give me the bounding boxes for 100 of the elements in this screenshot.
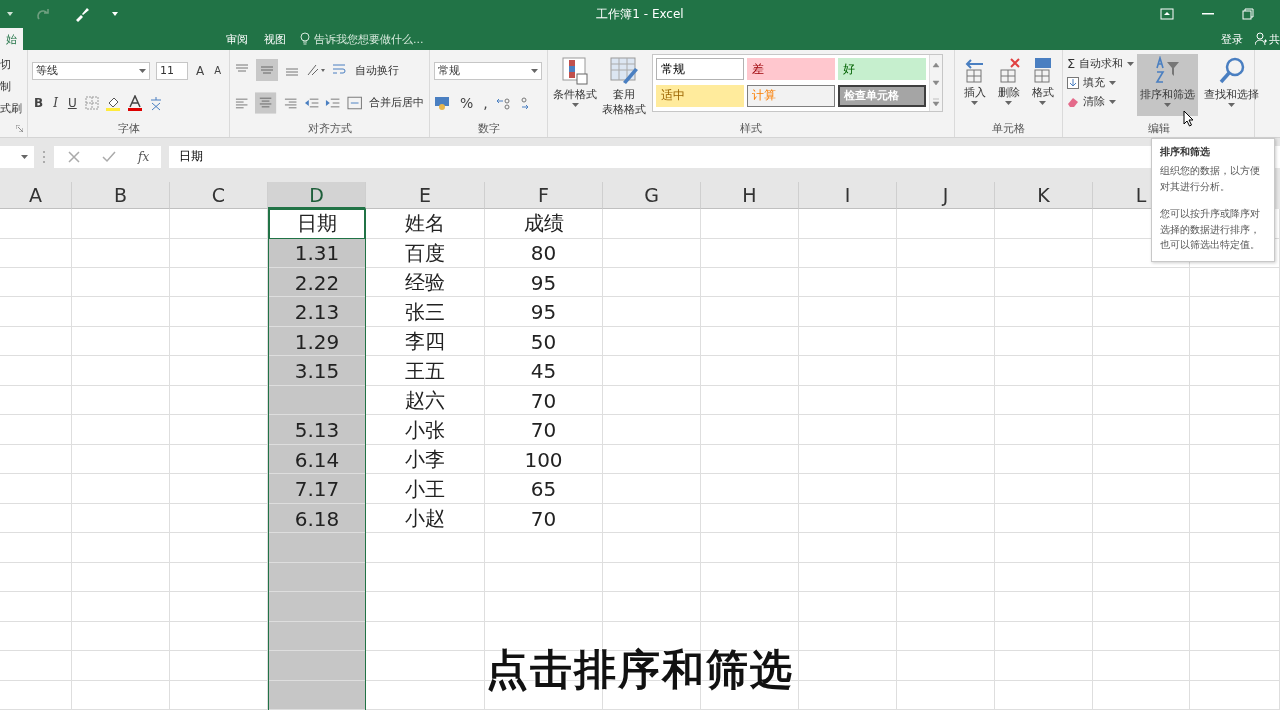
format-as-table-button[interactable]: 套用 表格格式 xyxy=(601,87,647,117)
caret-icon xyxy=(1005,101,1012,105)
share-button[interactable]: 共 xyxy=(1269,31,1280,47)
caret-icon xyxy=(1164,103,1172,107)
font-style-button[interactable]: B xyxy=(32,96,46,111)
conditional-format-icon xyxy=(561,56,589,86)
table-cell-text: 3.15 xyxy=(293,358,341,386)
shrink-font-button[interactable]: A xyxy=(212,65,224,77)
caret-icon xyxy=(571,103,579,107)
caret-icon xyxy=(1228,103,1236,107)
caret-icon xyxy=(139,68,146,73)
column-header[interactable]: D xyxy=(268,182,366,209)
align-center-icon[interactable] xyxy=(255,91,277,114)
table-cell-text: 7.17 xyxy=(293,476,341,504)
font-style-button[interactable]: U xyxy=(65,96,79,111)
gallery-scrollbar[interactable] xyxy=(929,55,942,111)
dialog-launcher-icon[interactable] xyxy=(16,124,23,132)
table-cell-text: 赵六 xyxy=(404,387,446,415)
font-size-field[interactable]: 11 xyxy=(156,61,188,80)
grow-font-button[interactable]: A xyxy=(194,63,207,78)
ribbon-tab[interactable]: 审阅 xyxy=(218,28,256,50)
table-cell-text: 小张 xyxy=(404,416,446,444)
table-cell-text: 45 xyxy=(529,358,558,386)
table-cell-text: 95 xyxy=(529,299,558,327)
cancel-icon[interactable] xyxy=(68,150,80,163)
table-cell-text: 经验 xyxy=(404,269,446,297)
caret-icon xyxy=(1109,80,1116,85)
group-label: 数字 xyxy=(477,120,500,136)
ribbon-tab[interactable]: 视图 xyxy=(256,28,294,50)
clipboard-command[interactable]: 切 xyxy=(0,57,27,73)
table-cell-text: 姓名 xyxy=(404,210,446,238)
cells-command-button[interactable]: 格式 xyxy=(1030,85,1055,100)
redo-icon[interactable] xyxy=(36,7,52,21)
clear-button[interactable]: 清除 xyxy=(1082,94,1106,109)
font-style-button[interactable]: I xyxy=(51,96,60,111)
clipboard-command[interactable]: 制 xyxy=(0,79,27,94)
orientation-icon[interactable] xyxy=(306,63,326,78)
tooltip-text: 您可以按升序或降序对选择的数据进行排序，也可以筛选出特定值。 xyxy=(1160,207,1261,252)
table-cell-text: 70 xyxy=(529,417,558,445)
cell-style-swatch[interactable]: 差 xyxy=(747,58,835,80)
group-label: 单元格 xyxy=(992,120,1025,136)
table-cell-text: 50 xyxy=(529,328,558,356)
number-style-button[interactable]: , xyxy=(481,95,490,112)
table-cell-text: 张三 xyxy=(404,298,446,326)
table-cell-text: 李四 xyxy=(404,328,446,356)
table-cell: 日期 xyxy=(269,209,365,239)
insert-function-button[interactable]: fx xyxy=(138,149,150,164)
phonetic-icon[interactable] xyxy=(148,95,163,112)
number-format-field[interactable]: 常规 xyxy=(434,61,542,80)
minimize-icon[interactable] xyxy=(1202,13,1214,15)
table-cell-text: 6.18 xyxy=(293,505,341,533)
autosum-button[interactable]: 自动求和 xyxy=(1078,56,1125,71)
table-cell-text: 2.22 xyxy=(293,269,341,297)
fill-down-icon xyxy=(1067,76,1079,89)
caret-icon[interactable] xyxy=(6,11,14,17)
currency-icon[interactable] xyxy=(434,95,452,112)
table-cell-text: 6.14 xyxy=(293,446,341,474)
font-color-icon[interactable] xyxy=(126,95,143,112)
cell-style-swatch[interactable]: 好 xyxy=(838,58,926,80)
table-cell-text: 70 xyxy=(529,505,558,533)
cell-style-swatch[interactable]: 常规 xyxy=(656,58,744,80)
fill-color-icon[interactable] xyxy=(104,95,121,112)
restore-icon[interactable] xyxy=(1242,8,1254,20)
table-cell-text: 80 xyxy=(529,240,558,268)
lightbulb-icon xyxy=(300,32,310,46)
cells-command-button[interactable]: 删除 xyxy=(996,85,1021,100)
find-select-button[interactable]: 查找和选择 xyxy=(1201,54,1263,116)
table-cell-text: 王五 xyxy=(404,357,446,385)
mouse-pointer-icon xyxy=(1183,110,1194,127)
check-icon[interactable] xyxy=(102,150,116,163)
caret-icon xyxy=(1109,99,1116,104)
sign-in-link[interactable]: 登录 xyxy=(1213,31,1255,47)
table-cell-text: 2.13 xyxy=(293,299,341,327)
wrap-text-button[interactable]: 自动换行 xyxy=(354,62,400,78)
increase-decimal-icon[interactable] xyxy=(495,96,512,111)
cell-style-swatch[interactable]: 适中 xyxy=(656,84,744,107)
tooltip-title: 排序和筛选 xyxy=(1160,145,1211,159)
person-icon[interactable] xyxy=(1255,32,1267,46)
group-label: 对齐方式 xyxy=(307,120,352,136)
caret-icon xyxy=(531,68,538,73)
font-name-field[interactable]: 等线 xyxy=(32,61,150,80)
cells-command-button[interactable]: 插入 xyxy=(962,85,987,100)
conditional-format-button[interactable]: 条件格式 xyxy=(552,87,598,102)
clipboard-command[interactable]: 式刷 xyxy=(0,100,27,116)
caret-icon[interactable] xyxy=(112,11,118,17)
merge-center-button[interactable]: 合并后居中 xyxy=(368,95,425,111)
ribbon-tab[interactable]: 始 xyxy=(0,28,23,50)
group-label: 编辑 xyxy=(1147,120,1170,136)
ribbon-display-icon[interactable] xyxy=(1160,8,1174,20)
align-middle-icon[interactable] xyxy=(256,59,278,82)
number-style-button[interactable]: % xyxy=(458,95,476,112)
brush-icon[interactable] xyxy=(74,6,90,22)
caret-icon xyxy=(1039,101,1046,105)
fill-button[interactable]: 填充 xyxy=(1082,75,1106,90)
sort-filter-button[interactable]: 排序和筛选 xyxy=(1137,54,1199,116)
caret-icon xyxy=(971,101,978,105)
merge-cells-icon xyxy=(346,95,362,110)
tell-me-search[interactable]: 告诉我您想要做什么... xyxy=(314,31,424,47)
table-cell-text: 小王 xyxy=(404,475,446,503)
caret-icon xyxy=(1127,61,1135,66)
